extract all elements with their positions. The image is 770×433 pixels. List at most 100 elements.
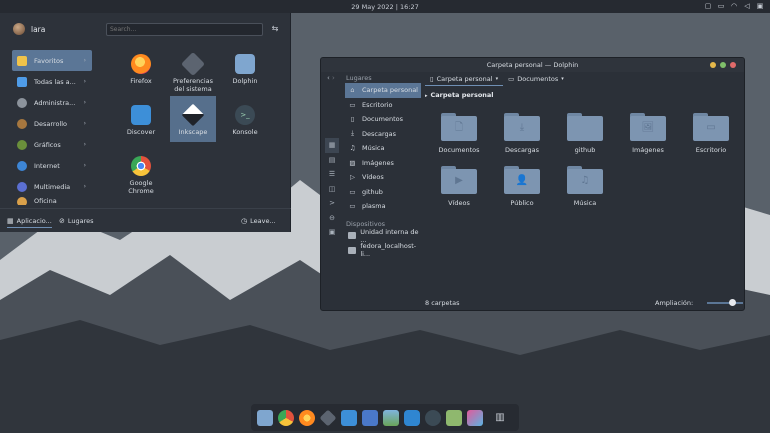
chevron-right-icon: › xyxy=(83,78,86,85)
maximize-button[interactable] xyxy=(720,62,726,68)
firefox-icon[interactable] xyxy=(299,409,315,426)
category-internet[interactable]: Internet › xyxy=(12,155,92,176)
filter-icon[interactable]: ⊖ xyxy=(325,211,339,226)
tab-menu-icon[interactable]: ▾ xyxy=(561,76,564,82)
dolphin-icon[interactable] xyxy=(257,409,273,426)
folder-musica[interactable]: ♫ Música xyxy=(555,163,615,211)
app-system-settings[interactable]: Preferencias del sistema xyxy=(170,49,216,95)
configure-icon[interactable]: ⇆ xyxy=(270,24,280,34)
place-documents[interactable]: ▯ Documentos xyxy=(345,112,421,127)
terminal-icon[interactable] xyxy=(425,409,441,426)
folder-github[interactable]: github xyxy=(555,110,615,158)
writer-icon[interactable] xyxy=(362,409,378,426)
clipboard-icon[interactable]: ▢ xyxy=(704,2,712,10)
place-label: Descargas xyxy=(362,129,397,138)
app-google-chrome[interactable]: Google Chrome xyxy=(118,151,164,203)
tab-applications[interactable]: ▦ Aplicacio... xyxy=(7,214,52,228)
place-pictures[interactable]: ▨ Imágenes xyxy=(345,156,421,171)
app-label: Dolphin xyxy=(232,77,258,85)
tab-label: Aplicacio... xyxy=(16,216,52,225)
folder-documentos[interactable]: 🗋 Documentos xyxy=(429,110,489,158)
category-label: Internet xyxy=(34,161,60,170)
tab-places[interactable]: ⊘ Lugares xyxy=(59,214,94,228)
terminal-icon[interactable]: > xyxy=(325,196,339,211)
compact-view-icon[interactable]: ▤ xyxy=(325,153,339,168)
status-text: 8 carpetas xyxy=(425,299,460,307)
folder-descargas[interactable]: ⤓ Descargas xyxy=(492,110,552,158)
category-label: Favoritos xyxy=(34,56,64,65)
avatar[interactable] xyxy=(13,23,25,35)
breadcrumb-arrow-icon: ▸ xyxy=(425,93,428,99)
category-graficos[interactable]: Gráficos › xyxy=(12,134,92,155)
place-videos[interactable]: ▷ Vídeos xyxy=(345,170,421,185)
view-mode-strip: ▦ ▤ ☰ ◫ > ⊖ ▣ xyxy=(325,138,339,240)
search-input[interactable] xyxy=(106,23,263,36)
tab-documents[interactable]: ▭ Documentos ▾ xyxy=(503,72,569,86)
close-button[interactable] xyxy=(730,62,736,68)
volume-icon[interactable]: ◁ xyxy=(743,2,751,10)
notifications-icon[interactable]: ▣ xyxy=(756,2,764,10)
device-internal-drive[interactable]: Unidad interna de ... xyxy=(345,228,421,244)
app-discover[interactable]: Discover xyxy=(118,100,164,146)
leave-button[interactable]: ◷ Leave... xyxy=(241,214,276,228)
chrome-icon xyxy=(131,156,151,176)
device-fedora[interactable]: fedora_localhost-li... xyxy=(345,242,421,259)
app-dolphin[interactable]: Dolphin xyxy=(222,49,268,95)
folder-glyph: 👤 xyxy=(515,175,529,186)
place-plasma[interactable]: ▭ plasma xyxy=(345,199,421,214)
document-icon: ▯ xyxy=(430,74,434,83)
chrome-icon[interactable] xyxy=(278,409,294,426)
vscode-icon[interactable] xyxy=(404,409,420,426)
forward-icon[interactable]: › xyxy=(332,74,335,82)
folder-imagenes[interactable]: 🖼 Imágenes xyxy=(618,110,678,158)
settings-icon[interactable] xyxy=(319,409,337,426)
details-view-icon[interactable]: ☰ xyxy=(325,167,339,182)
place-home[interactable]: ⌂ Carpeta personal xyxy=(345,83,421,98)
place-label: Documentos xyxy=(362,115,404,124)
category-oficina[interactable]: Oficina xyxy=(12,197,92,205)
category-multimedia[interactable]: Multimedia › xyxy=(12,176,92,197)
clock[interactable]: 29 May 2022 | 16:27 xyxy=(351,3,418,11)
folder-publico[interactable]: 👤 Público xyxy=(492,163,552,211)
discover-icon[interactable] xyxy=(341,409,357,426)
category-favoritos[interactable]: Favoritos › xyxy=(12,50,92,71)
place-label: Música xyxy=(362,144,385,153)
folder-glyph: ▶ xyxy=(455,175,463,186)
place-github[interactable]: ▭ github xyxy=(345,185,421,200)
folder-escritorio[interactable]: ▭ Escritorio xyxy=(681,110,741,158)
preview-icon[interactable]: ▣ xyxy=(325,225,339,240)
tab-menu-icon[interactable]: ▾ xyxy=(496,76,499,82)
settings-gear-icon[interactable] xyxy=(446,409,462,426)
icons-view-icon[interactable]: ▦ xyxy=(325,138,339,153)
place-downloads[interactable]: ⤓ Descargas xyxy=(345,127,421,142)
grid-icon: ▦ xyxy=(7,216,14,225)
minimize-button[interactable] xyxy=(710,62,716,68)
zoom-slider-handle[interactable] xyxy=(729,299,736,306)
back-icon[interactable]: ‹ xyxy=(327,74,330,82)
trash-icon[interactable]: ▥ xyxy=(492,410,508,426)
place-music[interactable]: ♫ Música xyxy=(345,141,421,156)
battery-icon[interactable]: ▭ xyxy=(717,2,725,10)
image-icon: ▨ xyxy=(349,158,356,167)
split-view-icon[interactable]: ◫ xyxy=(325,182,339,197)
device-label: fedora_localhost-li... xyxy=(360,242,417,259)
places-title: Lugares xyxy=(346,74,372,82)
krita-icon[interactable] xyxy=(467,409,483,426)
window-title: Carpeta personal — Dolphin xyxy=(486,61,579,69)
breadcrumb[interactable]: ▸ Carpeta personal xyxy=(425,91,494,99)
app-inkscape[interactable]: Inkscape xyxy=(170,96,216,142)
category-desarrollo[interactable]: Desarrollo › xyxy=(12,113,92,134)
category-administracion[interactable]: Administra... › xyxy=(12,92,92,113)
tab-home[interactable]: ▯ Carpeta personal ▾ xyxy=(425,72,504,86)
app-firefox[interactable]: Firefox xyxy=(118,49,164,95)
network-icon[interactable]: ◠ xyxy=(730,2,738,10)
app-konsole[interactable]: >_ Konsole xyxy=(222,100,268,146)
image-viewer-icon[interactable] xyxy=(383,409,399,426)
place-desktop[interactable]: ▭ Escritorio xyxy=(345,98,421,113)
category-todas[interactable]: Todas las a... › xyxy=(12,71,92,92)
folder-label: Público xyxy=(510,199,534,207)
window-titlebar[interactable]: Carpeta personal — Dolphin xyxy=(321,58,744,72)
folder-videos[interactable]: ▶ Vídeos xyxy=(429,163,489,211)
navigation-buttons: ‹ › xyxy=(327,74,335,82)
zoom-slider[interactable] xyxy=(707,302,743,304)
